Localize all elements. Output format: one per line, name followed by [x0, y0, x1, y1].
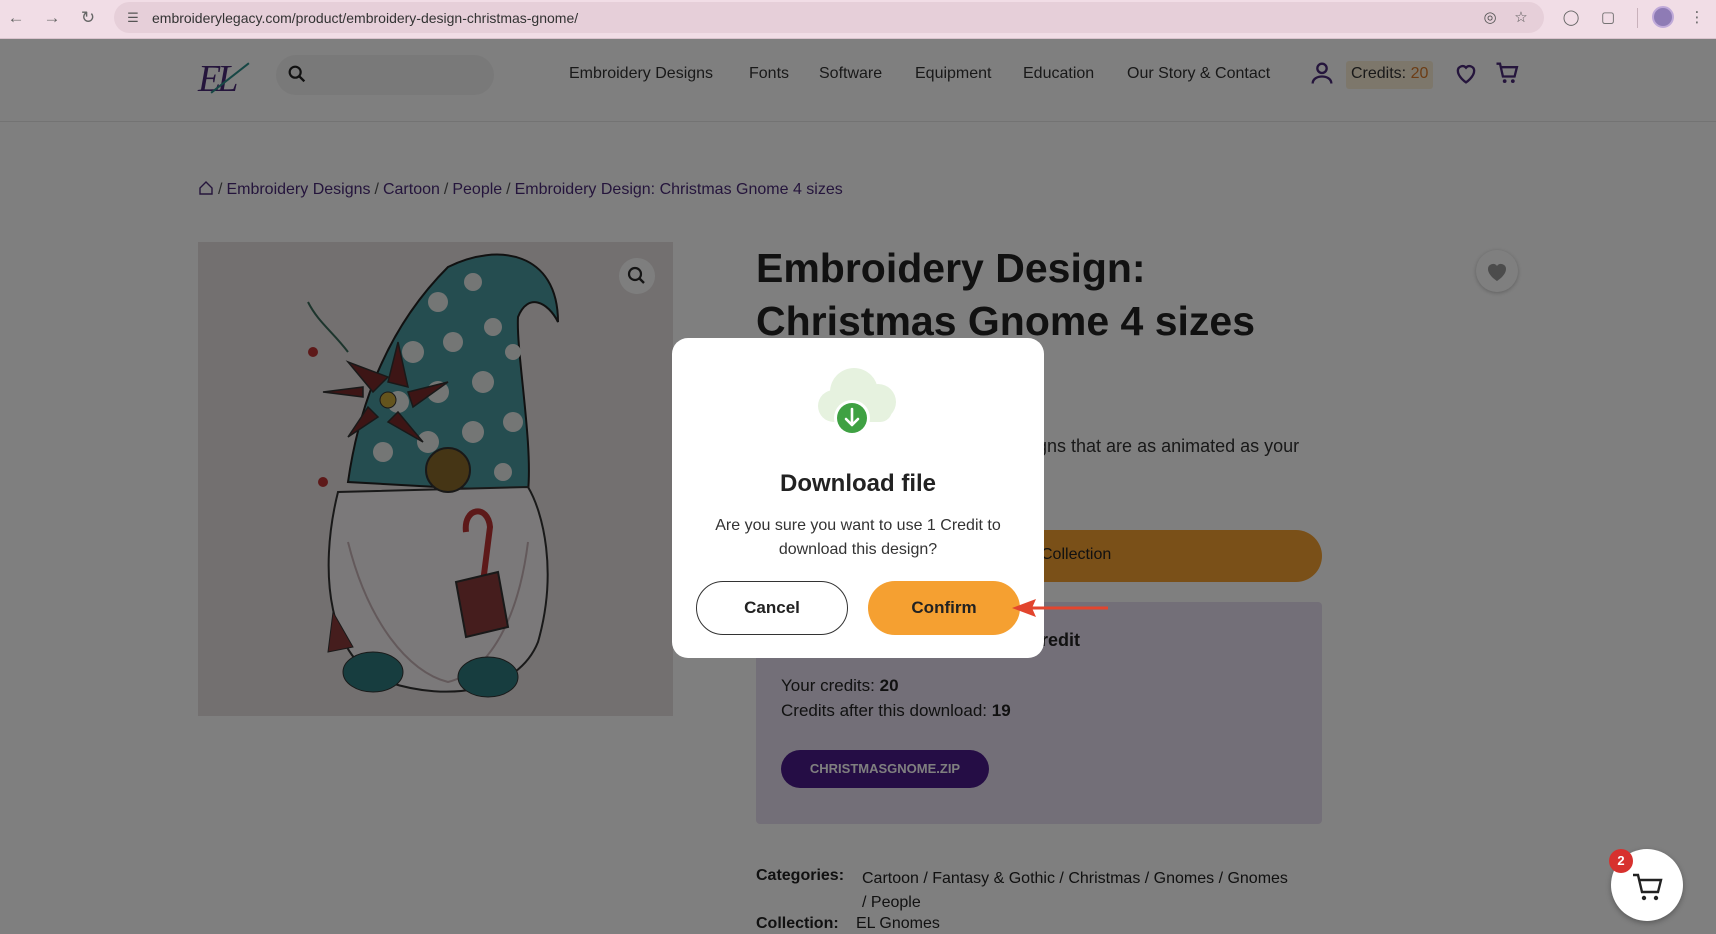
extension-g-icon[interactable]: ◯ [1560, 7, 1582, 29]
bookmark-star-icon[interactable]: ☆ [1511, 8, 1531, 28]
floating-cart-button[interactable]: 2 [1609, 849, 1683, 921]
forward-icon[interactable]: → [40, 6, 64, 30]
reload-icon[interactable]: ↻ [76, 6, 100, 30]
dialog-message: Are you sure you want to use 1 Credit to… [715, 517, 1001, 558]
cloud-download-icon [818, 368, 896, 436]
cart-count-badge: 2 [1609, 849, 1633, 873]
extensions-puzzle-icon[interactable]: ▢ [1597, 7, 1619, 29]
download-confirm-dialog: Download file Are you sure you want to u… [672, 338, 1044, 658]
site-settings-icon[interactable]: ☰ [124, 9, 142, 27]
annotation-arrow-icon [1012, 599, 1108, 617]
url-text[interactable]: embroiderylegacy.com/product/embroidery-… [152, 10, 578, 26]
dialog-title: Download file [780, 470, 936, 497]
cancel-button[interactable]: Cancel [696, 581, 848, 635]
profile-avatar[interactable] [1652, 6, 1674, 28]
browser-toolbar: ← → ↻ ☰ embroiderylegacy.com/product/emb… [0, 0, 1716, 39]
back-icon[interactable]: ← [4, 6, 28, 30]
address-bar[interactable]: ☰ embroiderylegacy.com/product/embroider… [114, 2, 1544, 33]
confirm-button[interactable]: Confirm [868, 581, 1020, 635]
eye-off-icon[interactable]: ◎ [1480, 8, 1500, 28]
toolbar-divider [1637, 8, 1638, 28]
menu-dots-icon[interactable]: ⋮ [1686, 7, 1708, 29]
